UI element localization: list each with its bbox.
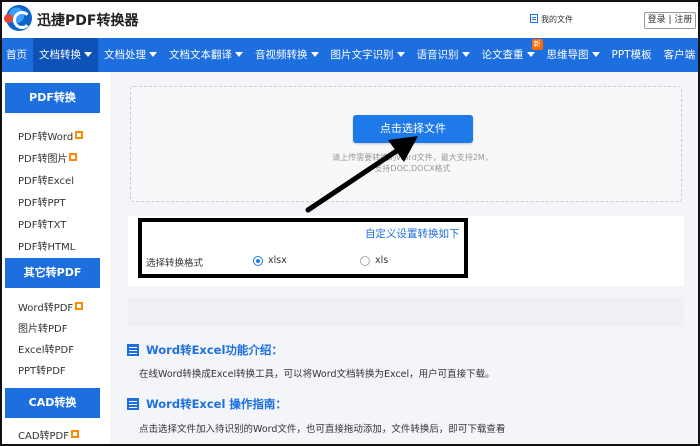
sidebar-group-title[interactable]: PDF转换	[5, 83, 100, 113]
nav-item-2[interactable]: 文档处理	[98, 38, 163, 72]
main-nav: 首页 文档转换 文档处理 文档文本翻译 音视频转换 图片文字识别 语音识别 论文查重新思维导图…	[0, 38, 700, 72]
select-file-button[interactable]: 点击选择文件	[353, 115, 473, 143]
nav-item-label: 音视频转换	[255, 49, 308, 61]
upload-hint-line1: 请上传需要转换的Word文件，最大支持2M，	[332, 153, 493, 162]
register-link[interactable]: 注册	[674, 15, 692, 25]
sidebar-item-label: PPT转PDF	[18, 366, 66, 377]
sidebar-item[interactable]: CAD转PDF	[18, 427, 80, 442]
logo-accent-icon	[4, 14, 13, 23]
nav-item-8[interactable]: 思维导图	[541, 38, 606, 72]
intro-title: Word转Excel功能介绍：	[127, 342, 283, 358]
guide-title-text: Word转Excel 操作指南：	[146, 397, 287, 411]
nav-item-7[interactable]: 论文查重新	[476, 38, 543, 72]
intro-text: 在线Word转换成Excel转换工具，可以将Word文档转换为Excel，用户可…	[139, 369, 495, 380]
nav-item-label: 语音识别	[416, 49, 459, 61]
nav-item-1[interactable]: 文档转换	[33, 38, 98, 72]
nav-item-label: 文档文本翻译	[169, 49, 232, 61]
chevron-down-icon	[396, 52, 405, 57]
hot-badge-icon	[71, 430, 80, 438]
sidebar-item-label: 图片转PDF	[18, 324, 68, 335]
sidebar-item[interactable]: PDF转Excel	[18, 172, 74, 187]
nav-item-10[interactable]: 客户端	[658, 38, 700, 72]
sidebar-item-label: PDF转PPT	[18, 198, 66, 209]
annotation-highlight-box	[138, 218, 468, 278]
document-icon	[530, 14, 538, 23]
upload-hint: 请上传需要转换的Word文件，最大支持2M， 支持DOC,DOCX格式	[300, 152, 525, 174]
sidebar-item[interactable]: PDF转PPT	[18, 194, 66, 209]
my-files-label: 我的文件	[541, 15, 573, 24]
sidebar-item[interactable]: PDF转HTML	[18, 238, 75, 253]
sidebar-item-label: PDF转Excel	[18, 176, 74, 187]
chevron-down-icon	[591, 52, 600, 57]
nav-item-label: 首页	[6, 49, 27, 61]
intro-icon	[127, 344, 139, 356]
chevron-down-icon	[310, 52, 319, 57]
nav-item-label: 客户端	[663, 49, 696, 61]
sidebar-item-label: Excel转PDF	[18, 345, 74, 356]
divider-bar	[128, 298, 684, 326]
sidebar-item[interactable]: PPT转PDF	[18, 362, 66, 377]
login-link[interactable]: 登录	[648, 15, 666, 25]
nav-item-5[interactable]: 图片文字识别	[325, 38, 411, 72]
sidebar-item[interactable]: PDF转TXT	[18, 216, 66, 231]
intro-title-text: Word转Excel功能介绍：	[146, 343, 283, 357]
sidebar-item[interactable]: Word转PDF	[18, 299, 84, 314]
nav-item-0[interactable]: 首页	[0, 38, 33, 72]
nav-item-9[interactable]: PPT模板	[606, 38, 658, 72]
login-separator: |	[668, 15, 672, 25]
sidebar-item[interactable]: PDF转图片	[18, 150, 78, 165]
nav-item-3[interactable]: 文档文本翻译	[163, 38, 249, 72]
top-header: 迅捷PDF转换器 我的文件 登录 | 注册	[0, 0, 700, 38]
chevron-down-icon	[235, 52, 243, 57]
sidebar-group-title[interactable]: 其它转PDF	[5, 258, 100, 288]
sidebar-item[interactable]: 图片转PDF	[18, 320, 67, 335]
chevron-down-icon	[149, 52, 157, 57]
sidebar-item-label: PDF转图片	[18, 154, 68, 165]
login-register-box: 登录 | 注册	[644, 12, 696, 29]
upload-hint-line2: 支持DOC,DOCX格式	[374, 164, 451, 173]
sidebar: PDF转换 PDF转Word PDF转图片 PDF转Excel PDF转PPT PDF转T…	[2, 72, 108, 444]
hot-badge-icon	[75, 131, 84, 139]
guide-text: 点击选择文件加入待识别的Word文件，也可直接拖动添加，文件转换后，即可下载查看	[139, 424, 506, 435]
brand-name[interactable]: 迅捷PDF转换器	[37, 10, 138, 30]
hot-badge-icon	[75, 302, 84, 310]
sidebar-item-label: PDF转HTML	[18, 242, 76, 253]
nav-item-label: 图片文字识别	[330, 49, 394, 61]
sidebar-item[interactable]: Excel转PDF	[18, 341, 74, 356]
guide-icon	[127, 398, 139, 410]
sidebar-item[interactable]: PDF转Word	[18, 128, 84, 143]
chevron-down-icon	[461, 52, 470, 57]
guide-title: Word转Excel 操作指南：	[127, 396, 287, 412]
hot-badge-icon	[69, 153, 78, 161]
nav-item-6[interactable]: 语音识别	[411, 38, 476, 72]
nav-item-label: PPT模板	[611, 49, 652, 61]
upload-dropzone[interactable]	[130, 86, 682, 202]
nav-item-label: 文档处理	[104, 49, 146, 61]
sidebar-group-title[interactable]: CAD转换	[5, 388, 100, 418]
nav-item-label: 论文查重	[481, 49, 524, 61]
my-files-link[interactable]: 我的文件	[530, 14, 573, 25]
nav-item-label: 文档转换	[39, 49, 81, 61]
sidebar-item-label: PDF转TXT	[18, 220, 67, 231]
sidebar-item-label: PDF转Word	[18, 132, 74, 143]
sidebar-item-label: Word转PDF	[18, 303, 74, 314]
nav-item-4[interactable]: 音视频转换	[249, 38, 325, 72]
chevron-down-icon	[84, 52, 92, 57]
chevron-down-icon	[526, 52, 535, 57]
sidebar-item-label: CAD转PDF	[18, 431, 70, 442]
nav-item-label: 思维导图	[546, 49, 589, 61]
